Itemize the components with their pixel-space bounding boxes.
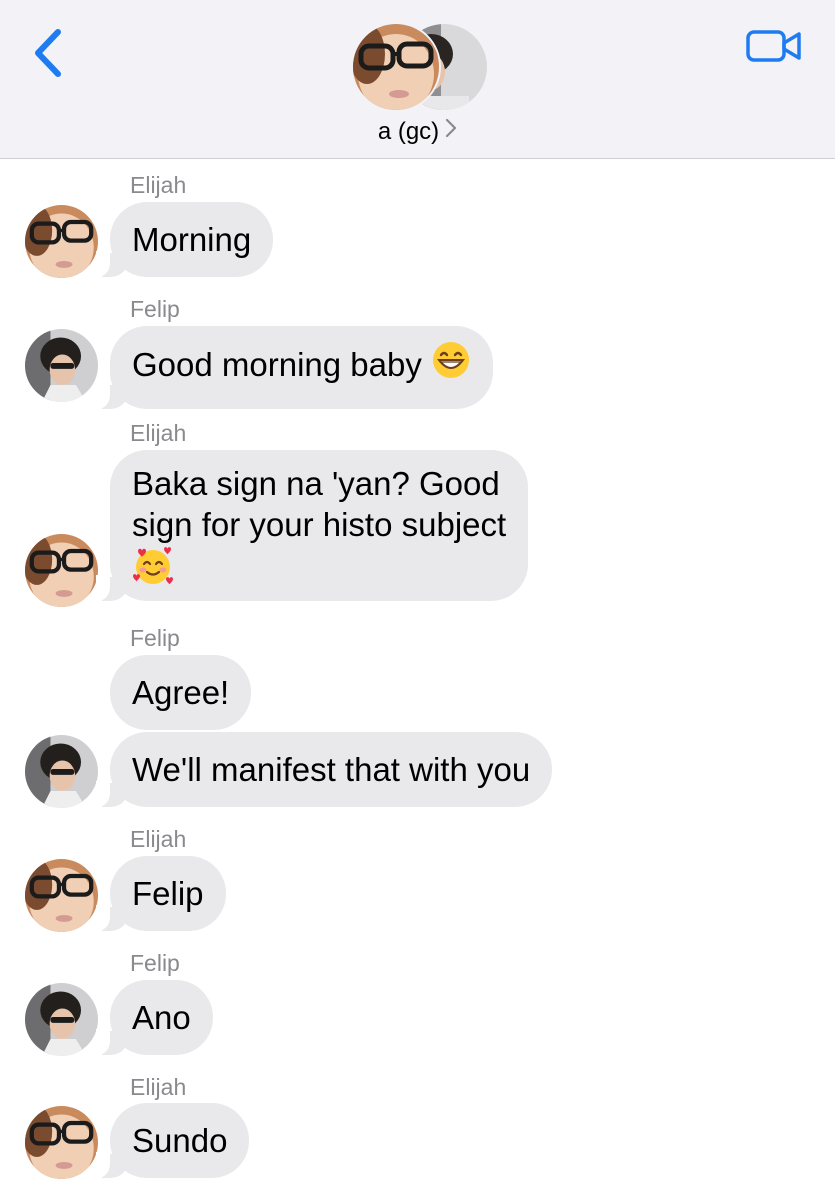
- avatar-felip[interactable]: [25, 735, 98, 808]
- sender-name: Felip: [130, 950, 180, 976]
- group-avatar-stack[interactable]: [351, 22, 489, 112]
- avatar-elijah[interactable]: [25, 859, 98, 932]
- group-avatar-elijah: [351, 22, 441, 112]
- message-text-line: sign for your histo subject: [132, 506, 507, 543]
- message-bubble[interactable]: Good morning baby: [95, 326, 494, 409]
- avatar-elijah[interactable]: [25, 534, 98, 607]
- message-text: Good morning baby: [132, 346, 422, 384]
- chevron-left-icon: [35, 29, 61, 77]
- messages-screen: a (gc) Elijah Morning Felip Good morning…: [0, 0, 835, 1200]
- smiling-face-with-hearts-icon: [132, 545, 506, 586]
- video-call-button[interactable]: [745, 24, 805, 68]
- message-text-line: Baka sign na 'yan? Good: [132, 465, 500, 502]
- message-bubble[interactable]: Morning: [95, 202, 274, 277]
- message-text: Ano: [132, 999, 191, 1036]
- back-button[interactable]: [26, 24, 74, 82]
- message-bubble[interactable]: Felip: [96, 856, 226, 931]
- conversation-header: a (gc): [0, 0, 835, 159]
- sender-name: Felip: [130, 296, 180, 322]
- message-bubble[interactable]: Agree!: [110, 655, 252, 730]
- sender-name: Elijah: [130, 420, 187, 446]
- avatar-felip[interactable]: [25, 983, 98, 1056]
- message-bubble[interactable]: We'll manifest that with you: [95, 732, 553, 807]
- avatar-elijah[interactable]: [25, 1106, 98, 1179]
- conversation-title[interactable]: a (gc): [0, 118, 835, 147]
- message-text: Felip: [132, 875, 204, 912]
- message-text: Agree!: [132, 674, 230, 711]
- sender-name: Elijah: [130, 1074, 187, 1100]
- sender-name: Elijah: [130, 826, 187, 852]
- message-bubble[interactable]: Ano: [96, 980, 213, 1055]
- message-bubble[interactable]: Baka sign na 'yan? Good sign for your hi…: [95, 450, 529, 601]
- message-text: We'll manifest that with you: [132, 751, 531, 788]
- sender-name: Felip: [130, 625, 180, 651]
- conversation-title-text: a (gc): [377, 118, 440, 145]
- message-bubble[interactable]: Sundo: [95, 1103, 250, 1178]
- message-text: Sundo: [132, 1122, 228, 1159]
- message-text: Morning: [132, 221, 252, 258]
- avatar-felip[interactable]: [25, 329, 98, 402]
- chevron-right-icon: [445, 117, 457, 145]
- video-camera-icon: [746, 30, 801, 62]
- sender-name: Elijah: [130, 172, 187, 198]
- avatar-elijah[interactable]: [25, 205, 98, 278]
- grinning-face-icon: [431, 340, 471, 389]
